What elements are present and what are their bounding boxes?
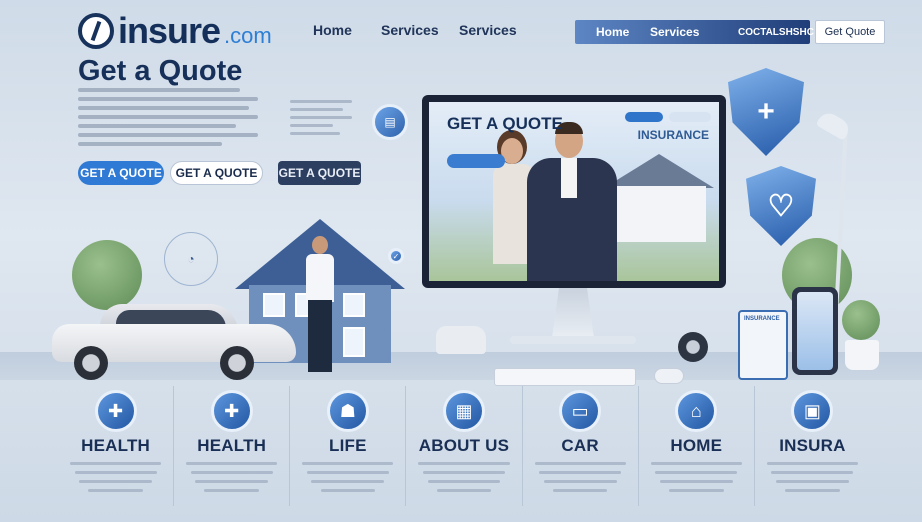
get-quote-button-primary[interactable]: GET A QUOTE	[78, 161, 164, 185]
document-icon: ▤	[372, 104, 408, 140]
logo-text: insure	[118, 10, 221, 51]
chart-icon: ◔	[164, 232, 218, 286]
category-card-life[interactable]: ☗ LIFE	[290, 386, 407, 506]
tree-left	[72, 240, 142, 310]
building-icon: ▦	[442, 390, 485, 432]
logo-icon	[78, 13, 114, 49]
category-label: HEALTH	[81, 436, 151, 455]
mouse-illustration	[654, 368, 684, 384]
plant-pot	[845, 340, 879, 370]
nav-home[interactable]: Home	[313, 22, 352, 38]
secondary-nav-home[interactable]: Home	[596, 25, 629, 39]
car-illustration	[52, 302, 296, 380]
category-label: ABOUT US	[418, 436, 510, 455]
monitor-screen: GET A QUOTE INSURANCE	[429, 102, 719, 281]
category-label: CAR	[561, 436, 599, 455]
hero-title: Get a Quote	[78, 55, 243, 87]
side-description	[290, 100, 352, 140]
potted-plant	[842, 300, 880, 340]
monitor-illustration: GET A QUOTE INSURANCE	[422, 95, 726, 288]
category-card-car[interactable]: ▭ CAR	[523, 386, 639, 506]
category-description	[766, 462, 858, 498]
category-description	[302, 462, 394, 498]
shield-plus-icon: +	[728, 68, 804, 156]
secondary-nav-services[interactable]: Services	[650, 25, 699, 39]
screen-button[interactable]	[447, 154, 505, 168]
screen-tag	[625, 112, 663, 122]
screen-title: GET A QUOTE	[447, 114, 563, 133]
nav-services-2[interactable]: Services	[459, 22, 517, 38]
get-quote-button-dark[interactable]: GET A QUOTE	[278, 161, 361, 185]
category-card-home[interactable]: ⌂ HOME	[639, 386, 755, 506]
small-car-icon	[436, 326, 486, 354]
screen-brand: INSURANCE	[637, 128, 709, 142]
tablet-label: INSURANCE	[744, 316, 780, 322]
category-row: ✚ HEALTH ✚ HEALTH ☗ LIFE ▦ ABOUT US ▭ CA…	[58, 386, 870, 506]
medical-icon: ✚	[210, 390, 253, 432]
category-label: INSURA	[779, 436, 846, 455]
briefcase-icon: ▣	[791, 390, 834, 432]
category-description	[186, 462, 278, 498]
nav-services[interactable]: Services	[381, 22, 439, 38]
category-card-health-2[interactable]: ✚ HEALTH	[174, 386, 291, 506]
phone-illustration	[792, 287, 838, 375]
car-icon: ▭	[559, 390, 602, 432]
medical-icon: ✚	[94, 390, 137, 432]
category-description	[650, 462, 742, 498]
family-icon: ☗	[326, 390, 369, 432]
keyboard-illustration	[494, 368, 636, 386]
hero-description	[78, 88, 258, 151]
category-description	[534, 462, 626, 498]
agent-illustration	[300, 236, 340, 374]
category-card-about-us[interactable]: ▦ ABOUT US	[406, 386, 523, 506]
get-quote-button-secondary[interactable]: GET A QUOTE	[170, 161, 263, 185]
secondary-nav-contact[interactable]: COCTALSHSHC	[738, 27, 814, 38]
site-logo[interactable]: insure .com	[78, 10, 272, 52]
monitor-base	[510, 336, 636, 344]
get-quote-header-button[interactable]: Get Quote	[815, 20, 885, 44]
category-card-health[interactable]: ✚ HEALTH	[58, 386, 175, 506]
category-card-insurance[interactable]: ▣ INSURA	[755, 386, 870, 506]
tablet-illustration: INSURANCE	[738, 310, 788, 380]
house-icon: ⌂	[675, 390, 718, 432]
category-label: HEALTH	[197, 436, 267, 455]
logo-suffix: .com	[224, 23, 272, 48]
category-label: LIFE	[329, 436, 367, 455]
screen-tag-2	[669, 112, 711, 122]
category-description	[418, 462, 510, 498]
category-label: HOME	[670, 436, 723, 455]
shield-heart-icon: ♡	[746, 166, 816, 246]
wheel-icon	[678, 332, 708, 362]
monitor-stand	[552, 288, 594, 338]
category-description	[70, 462, 162, 498]
